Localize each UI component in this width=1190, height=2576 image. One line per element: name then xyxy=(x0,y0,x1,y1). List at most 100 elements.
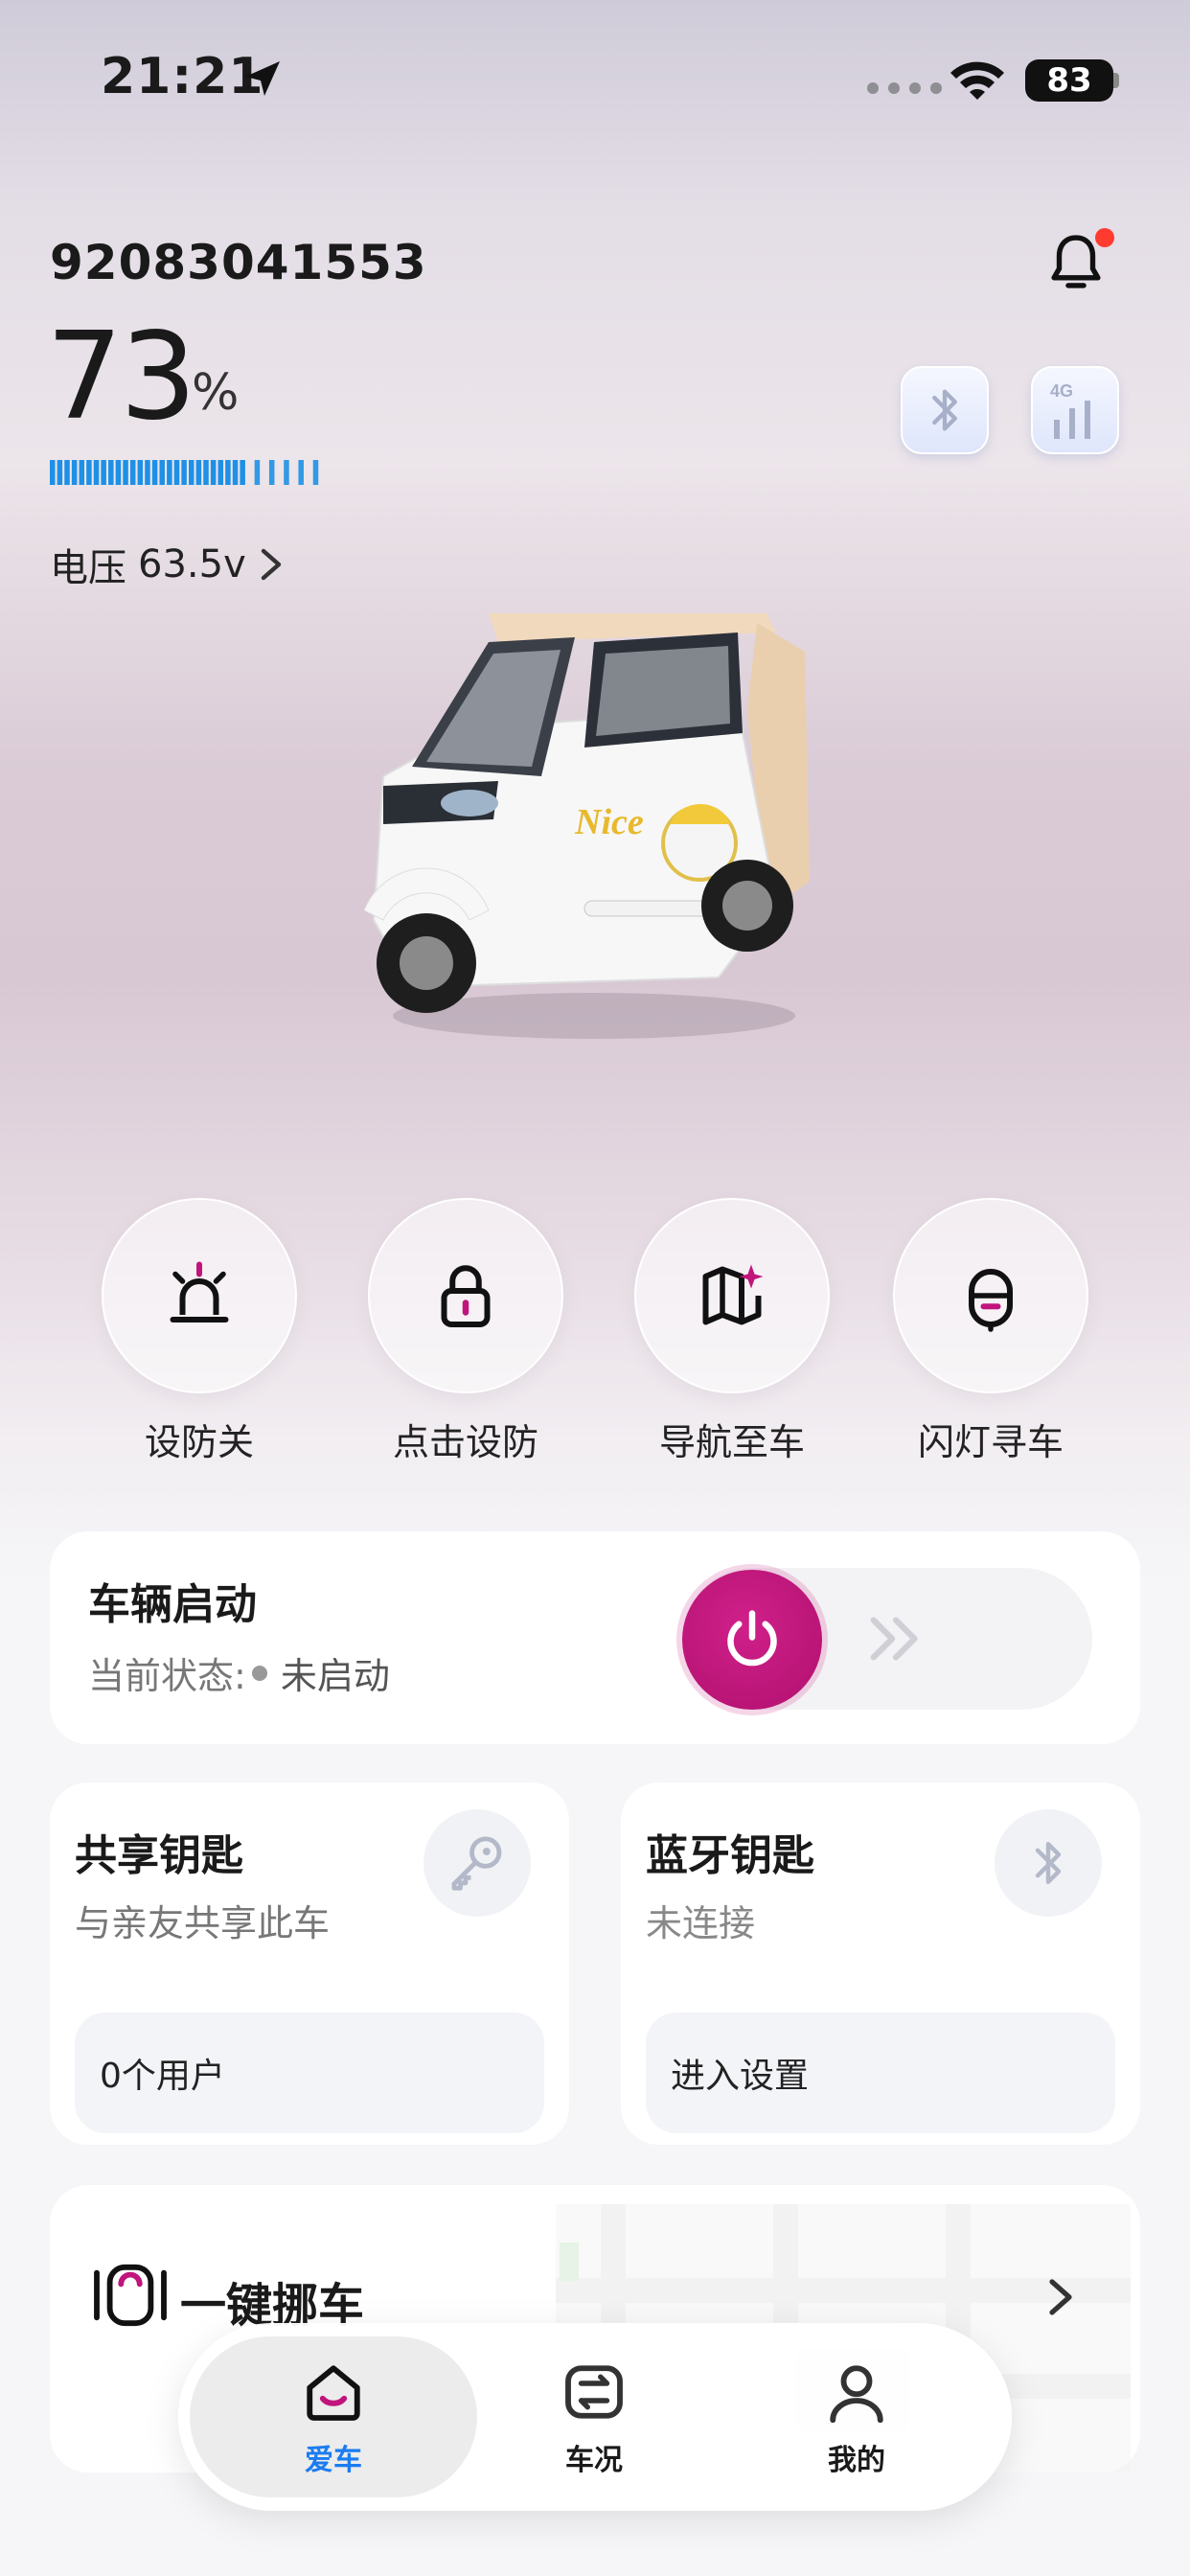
battery-segment xyxy=(115,460,122,485)
battery-segment xyxy=(232,460,239,485)
bluetooth-icon xyxy=(932,389,957,431)
battery-segment xyxy=(151,460,158,485)
action-navigate[interactable]: 导航至车 xyxy=(634,1198,830,1465)
4g-signal-button[interactable]: 4G xyxy=(1031,366,1119,454)
swap-status-icon xyxy=(565,2365,623,2419)
bluetooth-icon-badge xyxy=(995,1809,1102,1917)
key-icon xyxy=(451,1836,502,1891)
shared-users-count: 0个用户 xyxy=(100,2057,225,2096)
battery-segment xyxy=(225,460,231,485)
battery-indicator: 83 xyxy=(1025,59,1113,102)
find-car-light-icon xyxy=(969,1269,1013,1332)
lock-icon xyxy=(441,1265,491,1327)
share-key-subtitle: 与亲友共享此车 xyxy=(75,1902,331,1944)
action-alarm-off[interactable]: 设防关 xyxy=(102,1198,297,1465)
battery-segment xyxy=(129,460,136,485)
tab-label: 爱车 xyxy=(305,2444,362,2477)
double-chevron-right-icon xyxy=(870,1617,918,1661)
voltage-label: 电压 xyxy=(50,546,126,590)
action-label: 点击设防 xyxy=(392,1421,538,1463)
home-car-icon xyxy=(307,2365,360,2421)
tab-vehicle-status[interactable]: 车况 xyxy=(498,2358,690,2478)
action-flash-find[interactable]: 闪灯寻车 xyxy=(893,1198,1088,1465)
battery-segment xyxy=(284,460,289,485)
svg-text:4G: 4G xyxy=(1050,381,1073,401)
power-icon xyxy=(727,1610,777,1667)
move-car-icon xyxy=(94,2264,167,2327)
action-flash-find-button[interactable] xyxy=(893,1198,1088,1393)
4g-signal-icon: 4G xyxy=(1050,381,1090,439)
svg-text:Nice: Nice xyxy=(574,802,644,842)
bluetooth-settings-pill[interactable]: 进入设置 xyxy=(646,2012,1115,2133)
battery-segment xyxy=(71,460,78,485)
battery-segment xyxy=(195,460,202,485)
battery-segment xyxy=(108,460,114,485)
bluetooth-key-card[interactable]: 蓝牙钥匙 未连接 进入设置 xyxy=(621,1782,1140,2145)
tab-label: 车况 xyxy=(565,2444,623,2477)
vehicle-id: 92083041553 xyxy=(50,235,427,290)
wifi-icon xyxy=(950,61,1004,100)
vehicle-image: Nice xyxy=(363,613,810,1039)
tab-my-car[interactable]: 爱车 xyxy=(238,2358,429,2478)
action-arm[interactable]: 点击设防 xyxy=(368,1198,563,1465)
voltage-value: 63.5v xyxy=(138,542,246,586)
action-label: 导航至车 xyxy=(658,1421,805,1463)
chevron-right-icon[interactable] xyxy=(1044,2276,1077,2318)
battery-segment xyxy=(57,460,63,485)
battery-segment xyxy=(268,460,275,485)
shared-users-pill[interactable]: 0个用户 xyxy=(75,2012,544,2133)
battery-segment xyxy=(298,460,304,485)
battery-segment xyxy=(50,460,56,485)
battery-segment xyxy=(189,460,195,485)
share-key-card[interactable]: 共享钥匙 与亲友共享此车 0个用户 xyxy=(50,1782,569,2145)
notification-badge xyxy=(1095,228,1114,247)
battery-segment xyxy=(210,460,217,485)
battery-nub xyxy=(1113,73,1119,88)
action-alarm-off-button[interactable] xyxy=(102,1198,297,1393)
cellular-signal-icon xyxy=(867,82,942,94)
battery-segment xyxy=(254,460,261,485)
battery-segment xyxy=(181,460,187,485)
battery-level-bar xyxy=(50,460,319,485)
vehicle-start-status: 当前状态: 未启动 xyxy=(88,1646,390,1699)
battery-segment xyxy=(159,460,165,485)
action-arm-button[interactable] xyxy=(368,1198,563,1393)
tab-profile[interactable]: 我的 xyxy=(761,2358,952,2478)
battery-segment xyxy=(64,460,70,485)
bluetooth-key-title: 蓝牙钥匙 xyxy=(646,1831,814,1880)
battery-segment xyxy=(173,460,180,485)
battery-segment xyxy=(123,460,128,485)
battery-segment xyxy=(217,460,224,485)
bluetooth-icon xyxy=(1035,1842,1062,1885)
battery-segment xyxy=(167,460,172,485)
location-arrow-icon xyxy=(245,61,280,96)
bluetooth-key-subtitle: 未连接 xyxy=(646,1902,756,1944)
action-label: 设防关 xyxy=(144,1421,254,1463)
battery-segment xyxy=(79,460,85,485)
status-label: 当前状态: xyxy=(88,1655,246,1697)
map-sparkle-icon xyxy=(702,1264,764,1325)
battery-segment xyxy=(312,460,319,485)
bluetooth-status-button[interactable] xyxy=(901,366,989,454)
voltage-row[interactable]: 电压 63.5v xyxy=(50,537,285,592)
alarm-light-icon xyxy=(170,1261,229,1322)
battery-segment xyxy=(203,460,209,485)
action-label: 闪灯寻车 xyxy=(917,1421,1064,1463)
power-slider-handle[interactable] xyxy=(682,1570,822,1710)
battery-segment xyxy=(137,460,144,485)
battery-percent-unit: % xyxy=(192,364,240,422)
vehicle-start-title: 车辆启动 xyxy=(88,1580,257,1629)
battery-segment xyxy=(145,460,150,485)
share-key-title: 共享钥匙 xyxy=(75,1831,243,1880)
user-icon xyxy=(830,2365,883,2424)
battery-percent: 73 xyxy=(46,306,196,447)
battery-segment xyxy=(101,460,106,485)
key-icon-badge xyxy=(423,1809,531,1917)
status-value: 未启动 xyxy=(280,1655,390,1697)
action-navigate-button[interactable] xyxy=(634,1198,830,1393)
chevron-right-icon xyxy=(261,548,281,581)
bluetooth-settings-label: 进入设置 xyxy=(671,2057,810,2096)
battery-segment xyxy=(93,460,100,485)
battery-segment xyxy=(86,460,92,485)
tab-label: 我的 xyxy=(828,2444,885,2477)
